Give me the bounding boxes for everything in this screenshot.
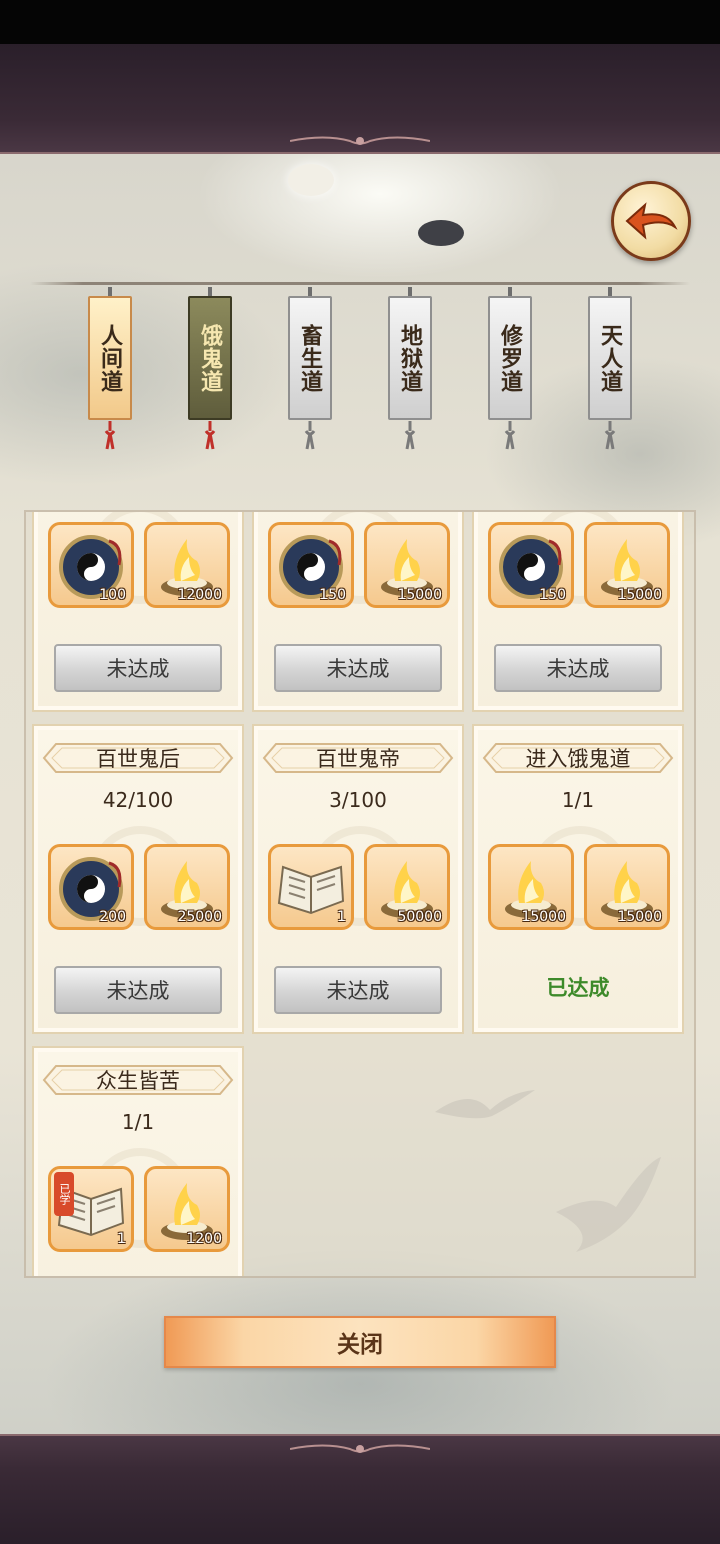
- item-count: 15000: [397, 587, 442, 603]
- frame-ornament-icon: [290, 1444, 430, 1453]
- card-title-banner: 进入饿鬼道: [482, 740, 674, 776]
- item-count: 1200: [186, 1231, 222, 1247]
- reward-item[interactable]: 已学 1: [48, 1166, 134, 1252]
- tassel-icon: [504, 421, 516, 450]
- item-count: 150: [539, 587, 566, 603]
- tab-label: 畜生道: [297, 323, 323, 393]
- item-count: 25000: [177, 909, 222, 925]
- tassel-icon: [204, 421, 216, 450]
- reward-item[interactable]: 1200: [144, 1166, 230, 1252]
- frame-ornament-icon: [290, 136, 430, 145]
- reward-item[interactable]: 150: [488, 522, 574, 608]
- item-count: 12000: [177, 587, 222, 603]
- reward-item[interactable]: 100: [48, 522, 134, 608]
- tab-hell-realm[interactable]: 地狱道: [388, 287, 432, 452]
- card-progress: 42/100: [102, 788, 174, 812]
- card-progress: 1/1: [121, 1110, 155, 1134]
- back-arrow-icon: [625, 202, 678, 240]
- status-button-incomplete[interactable]: 未达成: [54, 644, 222, 692]
- tab-rope: [30, 282, 690, 285]
- card-title: 百世鬼帝: [316, 747, 400, 771]
- item-count: 15000: [617, 587, 662, 603]
- status-button-incomplete[interactable]: 未达成: [494, 644, 662, 692]
- top-frame: [0, 44, 720, 154]
- item-count: 50000: [397, 909, 442, 925]
- tab-label: 饿鬼道: [197, 323, 223, 393]
- card-title-banner: 百世鬼帝: [262, 740, 454, 776]
- status-bar: [0, 0, 720, 44]
- achievement-card: 150 15000 未达成: [252, 512, 464, 712]
- tab-deva-realm[interactable]: 天人道: [588, 287, 632, 452]
- crane-icon: [556, 1157, 661, 1252]
- tab-label: 修罗道: [497, 323, 523, 393]
- achievement-card: 百世鬼后 42/100 200 25000 未达成: [32, 724, 244, 1034]
- item-count: 1: [117, 1231, 126, 1247]
- reward-item[interactable]: 25000: [144, 844, 230, 930]
- reward-item[interactable]: 15000: [364, 522, 450, 608]
- reward-item[interactable]: 12000: [144, 522, 230, 608]
- status-button-incomplete[interactable]: 未达成: [274, 966, 442, 1014]
- yin-yang-dark: [418, 220, 464, 246]
- card-title: 进入饿鬼道: [525, 747, 631, 771]
- yin-yang-light: [288, 164, 334, 196]
- reward-item[interactable]: 50000: [364, 844, 450, 930]
- item-count: 200: [99, 909, 126, 925]
- reward-item[interactable]: 15000: [584, 522, 670, 608]
- tab-asura-realm[interactable]: 修罗道: [488, 287, 532, 452]
- achievement-card: 百世鬼帝 3/100 1 50000 未达成: [252, 724, 464, 1034]
- tassel-icon: [104, 421, 116, 450]
- tassel-icon: [404, 421, 416, 450]
- card-title: 众生皆苦: [96, 1069, 180, 1093]
- tassel-icon: [604, 421, 616, 450]
- reward-item[interactable]: 1: [268, 844, 354, 930]
- learned-badge: 已学: [54, 1172, 74, 1216]
- bottom-frame: [0, 1434, 720, 1544]
- reward-item[interactable]: 150: [268, 522, 354, 608]
- tab-label: 天人道: [597, 323, 623, 393]
- achievement-card: 众生皆苦 1/1 已学 1 1200: [32, 1046, 244, 1276]
- reward-item[interactable]: 15000: [488, 844, 574, 930]
- card-progress: 3/100: [329, 788, 387, 812]
- tab-label: 人间道: [97, 323, 123, 393]
- card-progress: 1/1: [561, 788, 595, 812]
- close-button[interactable]: 关闭: [164, 1316, 556, 1368]
- item-count: 150: [319, 587, 346, 603]
- tab-hungry-ghost-realm[interactable]: 饿鬼道: [188, 287, 232, 452]
- reward-item[interactable]: 15000: [584, 844, 670, 930]
- crane-icon: [435, 1090, 535, 1119]
- item-count: 1: [337, 909, 346, 925]
- tab-label: 地狱道: [397, 323, 423, 393]
- tab-animal-realm[interactable]: 畜生道: [288, 287, 332, 452]
- item-count: 15000: [617, 909, 662, 925]
- item-count: 15000: [521, 909, 566, 925]
- reward-item[interactable]: 200: [48, 844, 134, 930]
- achievement-list[interactable]: 100 12000 未达成 150 15000 未达成 150 15000 未达…: [24, 510, 696, 1278]
- status-button-incomplete[interactable]: 未达成: [54, 966, 222, 1014]
- tassel-icon: [304, 421, 316, 450]
- achievement-card: 150 15000 未达成: [472, 512, 684, 712]
- card-title: 百世鬼后: [96, 747, 180, 771]
- item-count: 100: [99, 587, 126, 603]
- back-button[interactable]: [611, 181, 691, 261]
- tab-human-realm[interactable]: 人间道: [88, 287, 132, 452]
- card-title-banner: 众生皆苦: [42, 1062, 234, 1098]
- status-completed-label: 已达成: [546, 976, 610, 1000]
- card-title-banner: 百世鬼后: [42, 740, 234, 776]
- achievement-card: 100 12000 未达成: [32, 512, 244, 712]
- achievement-card: 进入饿鬼道 1/1 15000 15000 已达成: [472, 724, 684, 1034]
- status-button-incomplete[interactable]: 未达成: [274, 644, 442, 692]
